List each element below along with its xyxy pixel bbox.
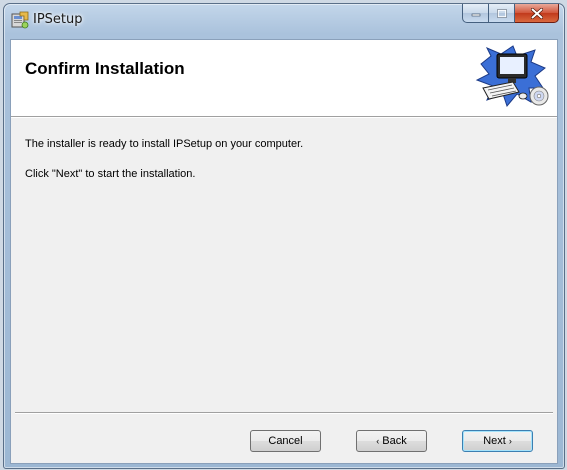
page-title: Confirm Installation bbox=[25, 59, 185, 78]
close-icon bbox=[530, 7, 543, 19]
window-title: IPSetup bbox=[33, 12, 83, 27]
minimize-icon bbox=[471, 13, 480, 17]
title-bar[interactable]: IPSetup bbox=[4, 4, 564, 36]
header-divider-highlight bbox=[11, 117, 557, 118]
back-arrow-icon: ‹ bbox=[376, 436, 380, 446]
back-button[interactable]: ‹ Back bbox=[356, 430, 427, 452]
dialog-client-area: Confirm Installation The installer is re… bbox=[10, 39, 558, 464]
dialog-header: Confirm Installation bbox=[11, 40, 557, 116]
caption-buttons bbox=[462, 4, 559, 24]
minimize-button[interactable] bbox=[462, 4, 489, 23]
instruction-message: Click "Next" to start the installation. bbox=[25, 168, 196, 180]
cancel-button[interactable]: Cancel bbox=[250, 430, 321, 452]
setup-app-icon bbox=[11, 11, 29, 29]
installer-window: IPSetup Confirm Installation The install… bbox=[3, 3, 565, 469]
close-button[interactable] bbox=[515, 4, 559, 23]
ready-message: The installer is ready to install IPSetu… bbox=[25, 138, 304, 150]
next-button[interactable]: Next › bbox=[462, 430, 533, 452]
cancel-label: Cancel bbox=[268, 435, 303, 447]
next-label: Next bbox=[483, 435, 506, 447]
maximize-button[interactable] bbox=[489, 4, 515, 23]
footer-divider-highlight bbox=[15, 413, 553, 414]
next-arrow-icon: › bbox=[508, 436, 512, 446]
computer-setup-icon bbox=[475, 45, 549, 108]
maximize-icon bbox=[496, 8, 507, 18]
back-label: Back bbox=[382, 435, 407, 447]
